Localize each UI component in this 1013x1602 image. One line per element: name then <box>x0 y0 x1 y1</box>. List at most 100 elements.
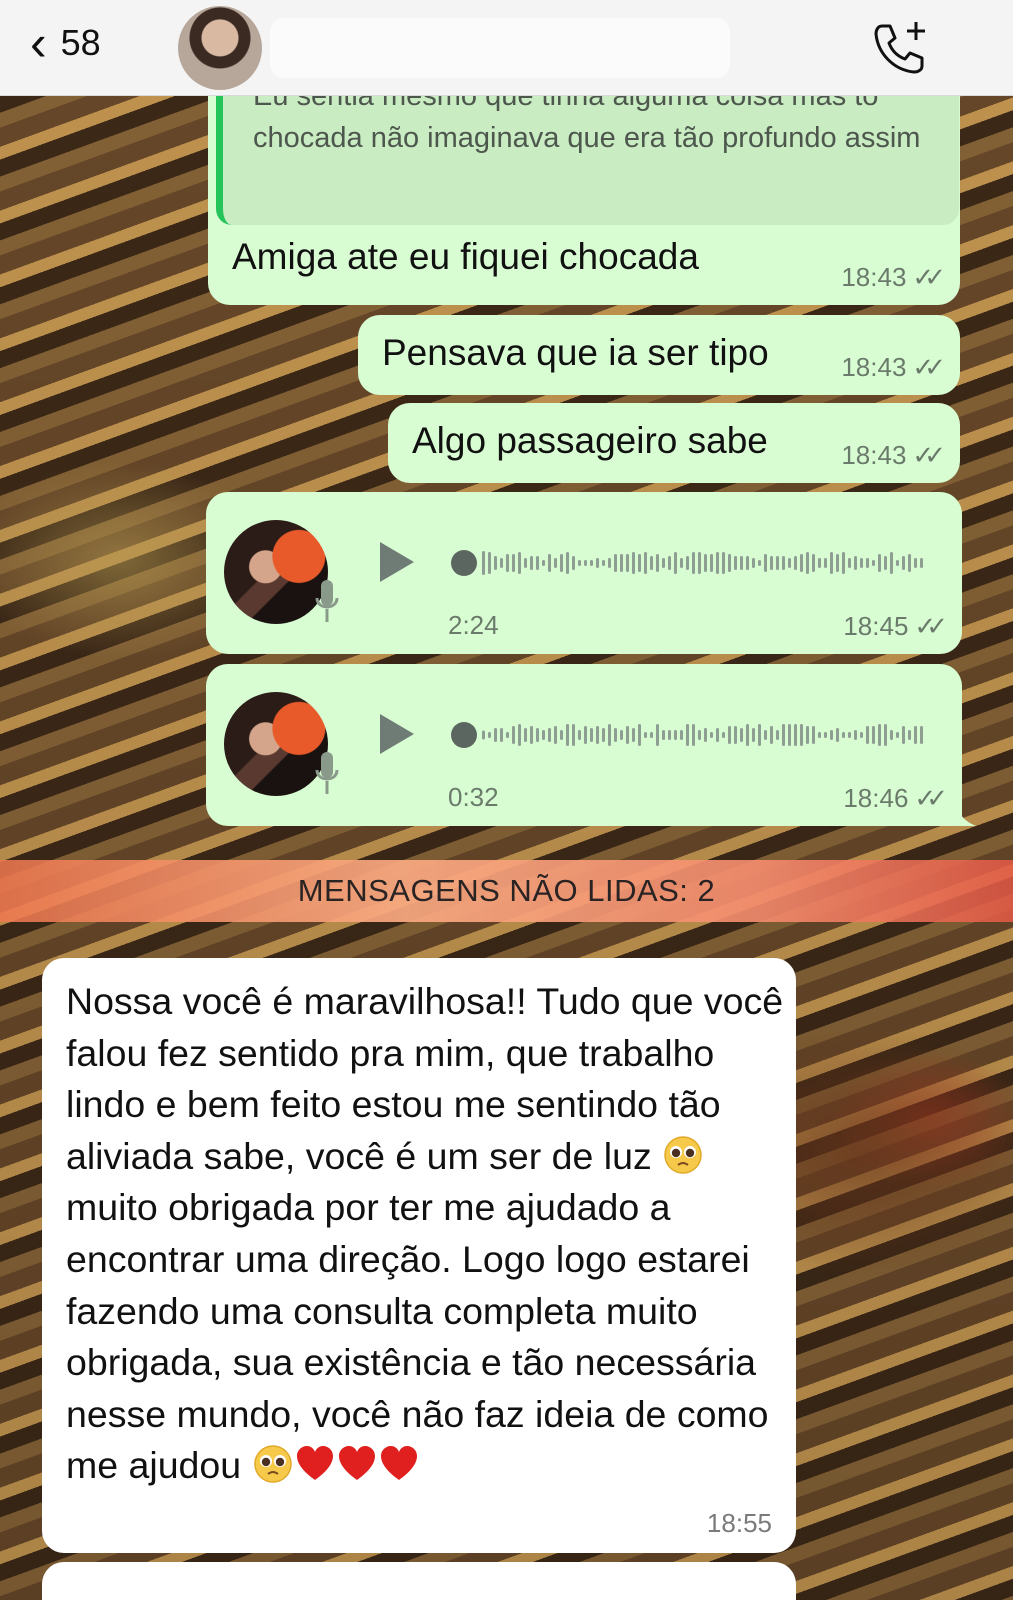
waveform-bar <box>752 728 755 742</box>
waveform-bar <box>614 554 617 572</box>
red-heart-emoji-icon <box>380 1446 417 1481</box>
waveform-bar <box>734 726 737 744</box>
waveform-bar <box>524 558 527 568</box>
double-check-icon: ✓✓ <box>914 611 947 641</box>
waveform-bar <box>908 554 911 572</box>
next-incoming-message[interactable] <box>42 1562 796 1602</box>
waveform-bar <box>866 726 869 744</box>
waveform-bar <box>656 724 659 746</box>
waveform-bar <box>830 730 833 740</box>
outgoing-message[interactable]: Pensava que ia ser tipo 18:43 ✓✓ <box>358 315 960 395</box>
microphone-icon <box>315 580 339 622</box>
waveform-bar <box>896 560 899 566</box>
waveform[interactable] <box>450 718 930 752</box>
message-text: Nossa você é maravilhosa!! Tudo que você… <box>66 976 786 1492</box>
waveform-bar <box>506 732 509 738</box>
waveform-bar <box>884 556 887 570</box>
message-meta: 18:43 ✓✓ <box>841 262 945 293</box>
quoted-message[interactable]: Eu sentia mesmo que tinha alguma coisa m… <box>216 95 959 225</box>
waveform-bar <box>824 558 827 568</box>
waveform-bar <box>758 560 761 566</box>
outgoing-message-reply[interactable]: Eu sentia mesmo que tinha alguma coisa m… <box>208 95 960 305</box>
waveform-bar <box>806 726 809 744</box>
waveform-bar <box>548 728 551 742</box>
waveform-bar <box>530 556 533 570</box>
waveform-bar <box>572 724 575 746</box>
waveform-bar <box>830 552 833 574</box>
message-time: 18:46 <box>843 783 909 813</box>
waveform-bar <box>782 724 785 746</box>
waveform-bar <box>680 730 683 740</box>
waveform-bar <box>602 560 605 566</box>
waveform-bar <box>680 558 683 568</box>
waveform-bar <box>536 556 539 570</box>
waveform-bar <box>536 728 539 742</box>
voice-duration: 0:32 <box>448 782 499 812</box>
waveform-bar <box>752 558 755 568</box>
waveform-bar <box>554 726 557 744</box>
waveform-bar <box>482 730 485 740</box>
waveform-bar <box>560 554 563 572</box>
waveform-bar <box>836 728 839 742</box>
unread-messages-banner: MENSAGENS NÃO LIDAS: 2 <box>0 860 1013 922</box>
contact-avatar[interactable] <box>178 6 262 90</box>
waveform-bar <box>662 730 665 740</box>
outgoing-message[interactable]: Algo passageiro sabe 18:43 ✓✓ <box>388 403 960 483</box>
waveform-bar <box>914 726 917 744</box>
incoming-message[interactable]: Nossa você é maravilhosa!! Tudo que você… <box>42 958 796 1553</box>
waveform-bar <box>584 726 587 744</box>
waveform-bar <box>872 726 875 744</box>
waveform-bar <box>512 554 515 572</box>
waveform-bar <box>740 728 743 742</box>
quoted-text: Eu sentia mesmo que tinha alguma coisa m… <box>253 95 921 154</box>
contact-name-redacted[interactable] <box>270 18 730 78</box>
waveform-bar <box>638 554 641 572</box>
waveform-bar <box>806 552 809 574</box>
waveform-bar <box>860 732 863 738</box>
waveform-bar <box>566 724 569 746</box>
waveform-bar <box>902 726 905 744</box>
waveform-bar <box>620 554 623 572</box>
voice-message[interactable]: 2:24 18:45 ✓✓ <box>206 492 962 654</box>
waveform-bar <box>734 556 737 570</box>
waveform-bar <box>584 560 587 566</box>
waveform-bar <box>878 554 881 572</box>
waveform-bar <box>818 558 821 568</box>
waveform-bar <box>602 728 605 742</box>
waveform-bar <box>722 552 725 574</box>
waveform-bar <box>854 556 857 570</box>
play-icon[interactable] <box>376 540 416 584</box>
waveform-bar <box>596 558 599 568</box>
sender-avatar <box>224 692 328 796</box>
back-button[interactable]: ‹ 58 <box>30 18 101 68</box>
message-text: Algo passageiro sabe <box>412 420 768 461</box>
waveform-bar <box>746 724 749 746</box>
waveform-bar <box>686 556 689 570</box>
voice-message[interactable]: 0:32 18:46 ✓✓ <box>206 664 976 826</box>
message-text: Pensava que ia ser tipo <box>382 332 769 373</box>
waveform-bar <box>578 560 581 566</box>
waveform[interactable] <box>450 546 930 580</box>
waveform-bar <box>836 554 839 572</box>
waveform-bar <box>788 724 791 746</box>
waveform-bar <box>614 728 617 742</box>
waveform-bar <box>668 730 671 740</box>
waveform-bar <box>764 730 767 740</box>
waveform-bar <box>698 730 701 740</box>
waveform-bar <box>692 552 695 574</box>
waveform-bar <box>548 554 551 572</box>
chevron-left-icon: ‹ <box>30 15 47 71</box>
play-icon[interactable] <box>376 712 416 756</box>
waveform-bar <box>608 724 611 746</box>
waveform-bar <box>494 556 497 570</box>
waveform-bar <box>692 724 695 746</box>
microphone-icon <box>315 752 339 794</box>
waveform-bar <box>704 728 707 742</box>
waveform-bar <box>884 724 887 746</box>
waveform-bar <box>872 560 875 566</box>
waveform-bar <box>482 551 485 575</box>
voice-duration: 2:24 <box>448 610 499 640</box>
add-call-icon[interactable] <box>870 18 930 78</box>
waveform-bar <box>566 552 569 574</box>
waveform-bar <box>794 724 797 746</box>
